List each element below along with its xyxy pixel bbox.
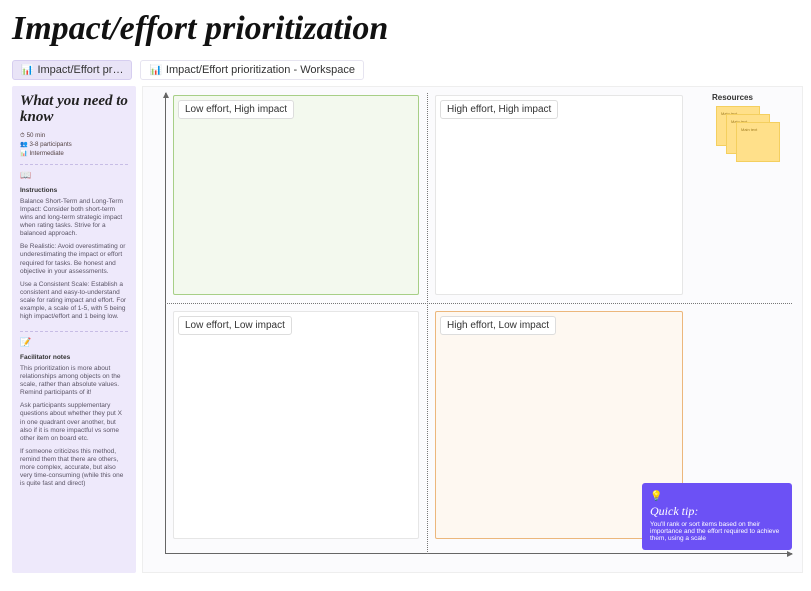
sticky-note[interactable]: Main text xyxy=(736,122,780,162)
quadrant-low-effort-low-impact[interactable]: Low effort, Low impact xyxy=(173,311,419,539)
meta-participants: 👥 3-8 participants xyxy=(20,141,128,149)
quadrant-low-effort-high-impact[interactable]: Low effort, High impact xyxy=(173,95,419,295)
y-axis xyxy=(165,93,166,554)
book-icon: 📖 xyxy=(20,170,128,181)
sticky-note-stack[interactable]: Main text Main text Main text xyxy=(716,106,786,164)
resources-panel: Resources Main text Main text Main text xyxy=(712,93,792,164)
facilitator-item: This prioritization is more about relati… xyxy=(20,365,128,398)
people-icon: 👥 xyxy=(20,141,28,148)
tab-overview[interactable]: 📊 Impact/Effort pr… xyxy=(12,60,132,80)
sidebar-heading: What you need to know xyxy=(20,94,128,126)
lightbulb-icon: 💡 xyxy=(650,491,784,502)
tab-overview-label: Impact/Effort pr… xyxy=(37,64,123,76)
mid-horizontal-divider xyxy=(165,303,792,304)
chart-icon: 📊 xyxy=(149,65,161,76)
tip-title: Quick tip: xyxy=(650,504,784,519)
sidebar: What you need to know ⏱ 50 min 👥 3-8 par… xyxy=(12,86,136,573)
divider xyxy=(20,331,128,332)
facilitator-item: Ask participants supplementary questions… xyxy=(20,402,128,443)
clock-icon: ⏱ xyxy=(20,132,25,139)
meta-duration: ⏱ 50 min xyxy=(20,132,128,140)
meta-level: 📊 Intermediate xyxy=(20,150,128,158)
instructions-label: Instructions xyxy=(20,187,128,195)
facilitator-item: If someone criticizes this method, remin… xyxy=(20,448,128,489)
level-icon: 📊 xyxy=(20,150,28,157)
chart-icon: 📊 xyxy=(21,65,33,76)
quadrant-label: High effort, Low impact xyxy=(440,316,556,335)
facilitator-label: Facilitator notes xyxy=(20,354,128,362)
instruction-item: Balance Short-Term and Long-Term Impact:… xyxy=(20,198,128,239)
pencil-icon: 📝 xyxy=(20,337,128,348)
mid-vertical-divider xyxy=(427,93,428,554)
tab-workspace[interactable]: 📊 Impact/Effort prioritization - Workspa… xyxy=(140,60,364,80)
quadrant-label: Low effort, Low impact xyxy=(178,316,292,335)
quadrant-high-effort-high-impact[interactable]: High effort, High impact xyxy=(435,95,683,295)
workspace: What you need to know ⏱ 50 min 👥 3-8 par… xyxy=(0,86,811,581)
tab-workspace-label: Impact/Effort prioritization - Workspace xyxy=(166,64,355,76)
quick-tip-card: 💡 Quick tip: You'll rank or sort items b… xyxy=(642,483,792,550)
instruction-item: Use a Consistent Scale: Establish a cons… xyxy=(20,281,128,322)
instruction-item: Be Realistic: Avoid overestimating or un… xyxy=(20,243,128,276)
tab-bar: 📊 Impact/Effort pr… 📊 Impact/Effort prio… xyxy=(0,50,811,86)
quadrant-label: High effort, High impact xyxy=(440,100,558,119)
page-title: Impact/effort prioritization xyxy=(0,0,811,50)
quadrant-label: Low effort, High impact xyxy=(178,100,294,119)
x-axis xyxy=(165,553,792,554)
tip-body: You'll rank or sort items based on their… xyxy=(650,521,784,542)
divider xyxy=(20,164,128,165)
matrix-canvas[interactable]: Low effort, High impact High effort, Hig… xyxy=(142,86,803,573)
resources-label: Resources xyxy=(712,93,792,102)
